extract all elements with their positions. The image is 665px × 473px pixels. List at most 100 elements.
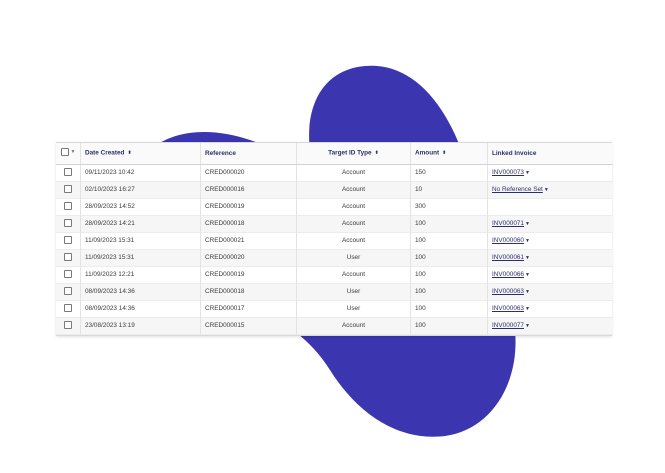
amount-cell: 100 (410, 266, 488, 284)
target-id-type-cell: Account (296, 215, 411, 233)
row-checkbox[interactable] (64, 304, 72, 313)
linked-invoice-link[interactable]: INV000071 (492, 220, 524, 227)
target-id-type-cell: User (296, 283, 411, 301)
chevron-down-icon[interactable]: ▼ (525, 216, 530, 232)
date-created-cell: 08/09/2023 14:36 (80, 300, 201, 318)
linked-invoice-cell: INV000063▼ (488, 301, 614, 318)
target-id-type-cell: Account (296, 232, 411, 250)
date-created-cell: 28/09/2023 14:52 (80, 198, 201, 216)
target-id-type-cell: Account (296, 164, 411, 182)
table-body: 09/11/2023 10:42 CRED000020 Account 150 INV0… (56, 164, 614, 335)
table-row[interactable]: 11/09/2023 12:21 CRED000019 Account 100 INV0… (56, 266, 614, 284)
linked-invoice-link[interactable]: INV000063 (492, 288, 524, 295)
date-created-cell: 08/09/2023 14:36 (80, 283, 201, 301)
row-checkbox[interactable] (64, 321, 72, 330)
chevron-down-icon[interactable]: ▼ (525, 267, 530, 283)
linked-invoice-cell: INV000071▼ (487, 215, 613, 233)
reference-cell: CRED000019 (200, 266, 297, 284)
linked-invoice-link[interactable]: INV000060 (492, 237, 524, 244)
linked-invoice-label: Linked Invoice (492, 149, 537, 157)
table-row[interactable]: 23/08/2023 13:19 CRED000015 Account 100 INV0… (56, 317, 613, 335)
chevron-down-icon[interactable]: ▼ (525, 318, 530, 334)
table-row[interactable]: 11/09/2023 15:31 CRED000021 Account 100 INV0… (56, 232, 614, 250)
row-checkbox[interactable] (64, 287, 72, 296)
column-header-linked-invoice[interactable]: Linked Invoice (487, 143, 613, 165)
row-checkbox[interactable] (64, 236, 72, 245)
amount-cell: 100 (410, 232, 488, 250)
select-all-checkbox[interactable] (60, 148, 69, 156)
target-id-type-label: Target ID Type (328, 149, 372, 157)
chevron-down-icon[interactable]: ▼ (71, 144, 76, 160)
row-select-cell (56, 198, 81, 216)
sort-icon[interactable]: ⬍ (375, 150, 379, 156)
date-created-cell: 23/08/2023 13:19 (80, 317, 201, 335)
row-select-cell (56, 164, 81, 182)
sort-icon[interactable]: ⬍ (127, 150, 131, 156)
header-row: ▼ Date Created ⬍ Reference Target ID Type… (56, 143, 613, 165)
date-created-cell: 11/09/2023 15:31 (80, 249, 201, 267)
reference-cell: CRED000021 (200, 232, 297, 250)
row-checkbox[interactable] (64, 168, 72, 177)
column-header-amount[interactable]: Amount ⬍ (410, 143, 488, 165)
table-row[interactable]: 08/09/2023 14:36 CRED000018 User 100 INV0000… (56, 283, 613, 301)
reference-cell: CRED000017 (200, 300, 297, 318)
amount-cell: 100 (410, 215, 488, 233)
linked-invoice-link[interactable]: INV000073 (492, 169, 524, 176)
amount-cell: 100 (410, 317, 488, 335)
target-id-type-cell: Account (296, 266, 411, 284)
linked-invoice-link[interactable]: INV000066 (492, 271, 524, 278)
sort-icon[interactable]: ⬍ (442, 150, 446, 156)
date-created-cell: 11/09/2023 12:21 (80, 266, 201, 284)
reference-cell: CRED000020 (200, 249, 297, 267)
table-row[interactable]: 11/09/2023 15:31 CRED000020 User 100 INV0000… (56, 249, 613, 267)
row-checkbox[interactable] (64, 219, 72, 228)
row-select-cell (56, 300, 81, 318)
linked-invoice-cell: No Reference Set▼ (487, 181, 613, 199)
row-select-cell (56, 249, 81, 267)
chevron-down-icon[interactable]: ▼ (525, 250, 530, 266)
amount-cell: 10 (410, 181, 488, 199)
linked-invoice-cell: INV000060▼ (488, 233, 614, 250)
amount-cell: 100 (410, 300, 488, 318)
table-row[interactable]: 02/10/2023 16:27 CRED000016 Account 10 No Re… (56, 181, 613, 199)
row-checkbox[interactable] (64, 202, 72, 211)
target-id-type-cell: User (296, 300, 411, 318)
reference-label: Reference (205, 149, 236, 157)
chevron-down-icon[interactable]: ▼ (525, 301, 530, 317)
row-checkbox[interactable] (64, 270, 72, 279)
chevron-down-icon[interactable]: ▼ (525, 284, 530, 300)
credits-grid: ▼ Date Created ⬍ Reference Target ID Type… (56, 142, 613, 336)
table-row[interactable]: 09/11/2023 10:42 CRED000020 Account 150 INV0… (56, 164, 613, 182)
linked-invoice-link[interactable]: INV000061 (492, 254, 524, 261)
row-select-cell (56, 215, 81, 233)
linked-invoice-link[interactable]: INV000063 (492, 305, 524, 312)
target-id-type-cell: User (296, 249, 411, 267)
column-header-target-id-type[interactable]: Target ID Type ⬍ (296, 143, 411, 165)
target-id-type-cell: Account (296, 181, 411, 199)
linked-invoice-link[interactable]: No Reference Set (492, 186, 543, 193)
linked-invoice-cell: INV000077▼ (487, 317, 613, 335)
amount-cell: 100 (410, 249, 488, 267)
select-all-header[interactable]: ▼ (56, 143, 81, 165)
reference-cell: CRED000018 (200, 283, 297, 301)
date-created-cell: 02/10/2023 16:27 (80, 181, 201, 199)
table-row[interactable]: 08/09/2023 14:36 CRED000017 User 100 INV0000… (56, 300, 614, 318)
date-created-cell: 11/09/2023 15:31 (80, 232, 201, 250)
row-select-cell (56, 181, 81, 199)
linked-invoice-cell: INV000066▼ (488, 267, 614, 284)
credits-table: ▼ Date Created ⬍ Reference Target ID Type… (56, 143, 613, 335)
amount-cell: 300 (410, 198, 488, 216)
linked-invoice-link[interactable]: INV000077 (492, 322, 524, 329)
date-created-label: Date Created (85, 149, 125, 157)
row-checkbox[interactable] (64, 253, 72, 262)
column-header-reference[interactable]: Reference (200, 143, 297, 165)
chevron-down-icon[interactable]: ▼ (525, 165, 530, 181)
chevron-down-icon[interactable]: ▼ (525, 233, 530, 249)
row-checkbox[interactable] (64, 185, 72, 194)
column-header-date-created[interactable]: Date Created ⬍ (80, 143, 201, 165)
table-row[interactable]: 28/09/2023 14:52 CRED000019 Account 300 (56, 198, 613, 216)
chevron-down-icon[interactable]: ▼ (544, 182, 549, 198)
row-select-cell (56, 232, 81, 250)
reference-cell: CRED000016 (200, 181, 297, 199)
table-row[interactable]: 28/09/2023 14:21 CRED000018 Account 100 INV0… (56, 215, 613, 233)
